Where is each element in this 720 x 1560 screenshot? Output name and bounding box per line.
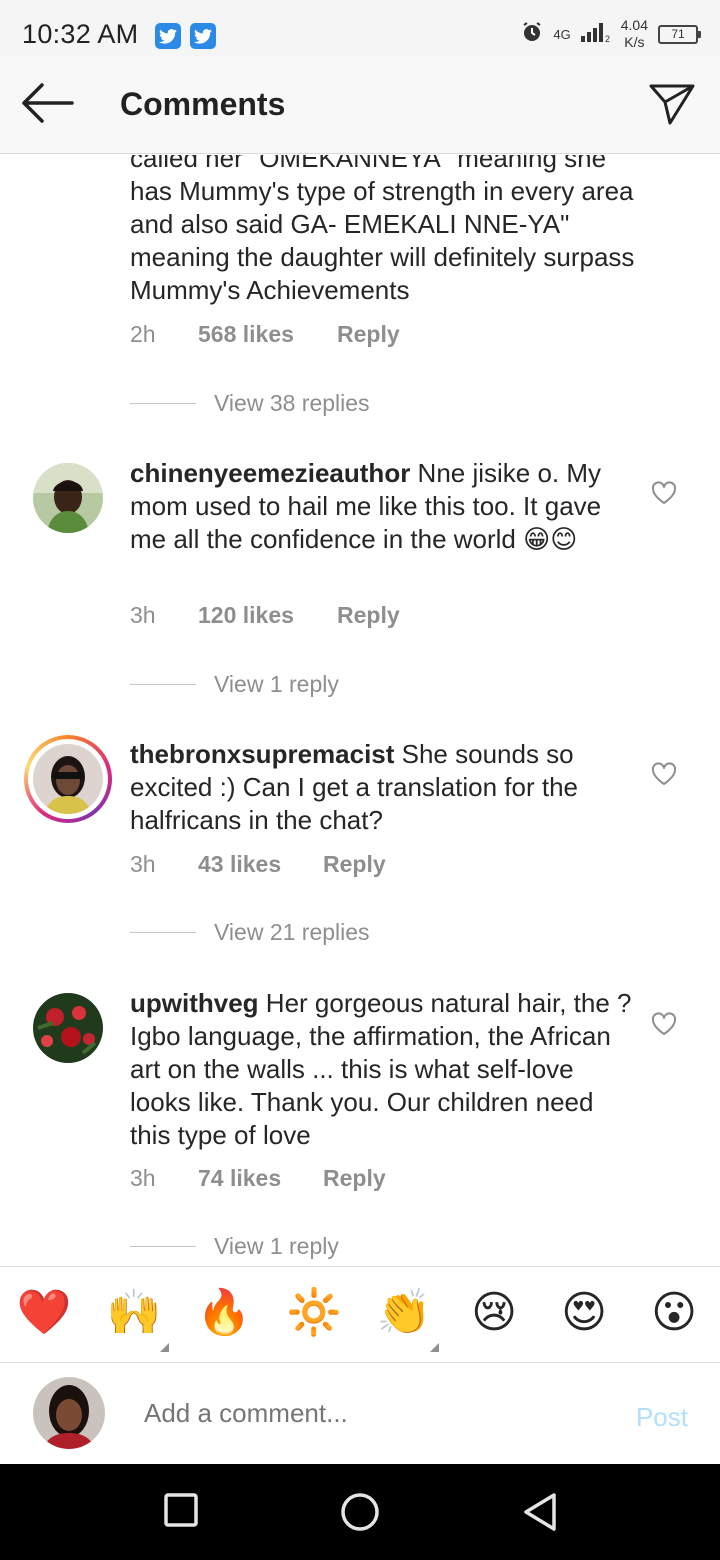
view-replies-label[interactable]: View 1 reply bbox=[214, 671, 339, 698]
comment-text: thebronxsupremacist She sounds so excite… bbox=[130, 738, 635, 837]
recent-apps-icon[interactable] bbox=[163, 1492, 199, 1533]
app-bar: Comments bbox=[0, 56, 720, 154]
bright-emoji[interactable]: 🔆 bbox=[284, 1285, 344, 1341]
avatar[interactable] bbox=[33, 463, 103, 533]
direct-send-icon[interactable] bbox=[648, 82, 696, 131]
network-type: 4G bbox=[553, 26, 571, 42]
red-heart-emoji[interactable]: ❤️ bbox=[14, 1285, 74, 1341]
avatar[interactable] bbox=[33, 993, 103, 1063]
reply-button[interactable]: Reply bbox=[323, 851, 386, 878]
comment-username[interactable]: thebronxsupremacist bbox=[130, 739, 394, 769]
page-title: Comments bbox=[120, 86, 286, 122]
like-heart-icon[interactable] bbox=[651, 1012, 677, 1041]
comment-meta: 2h 568 likes Reply bbox=[130, 321, 400, 348]
alarm-icon bbox=[521, 21, 543, 48]
crying-face-emoji[interactable]: 😢 bbox=[464, 1285, 524, 1341]
view-replies[interactable]: View 21 replies bbox=[130, 919, 370, 946]
battery-level: 71 bbox=[671, 27, 685, 41]
status-right: 4G 2 4.04 K/s 71 bbox=[521, 14, 701, 54]
status-time: 10:32 AM bbox=[22, 19, 139, 49]
comment-time: 3h bbox=[130, 1165, 156, 1191]
view-replies-label[interactable]: View 1 reply bbox=[214, 1233, 339, 1260]
like-heart-icon[interactable] bbox=[651, 481, 677, 510]
svg-text:2: 2 bbox=[605, 34, 610, 42]
reply-button[interactable]: Reply bbox=[337, 602, 400, 629]
view-replies[interactable]: View 1 reply bbox=[130, 1233, 339, 1260]
post-button[interactable]: Post bbox=[636, 1402, 688, 1433]
comment-time: 2h bbox=[130, 321, 156, 347]
comment-meta: 3h 120 likes Reply bbox=[130, 602, 400, 629]
comment-meta: 3h 74 likes Reply bbox=[130, 1165, 386, 1192]
comment-text: called her "OMEKANNEYA" meaning she has … bbox=[130, 155, 635, 307]
twitter-notification-icon bbox=[155, 23, 181, 49]
speed-unit: K/s bbox=[624, 34, 645, 50]
comment-likes[interactable]: 43 likes bbox=[198, 851, 323, 878]
view-replies-label[interactable]: View 21 replies bbox=[214, 919, 370, 946]
comments-list[interactable]: called her "OMEKANNEYA" meaning she has … bbox=[0, 155, 720, 1265]
story-ring-avatar[interactable] bbox=[24, 735, 112, 823]
comment-time: 3h bbox=[130, 851, 156, 877]
raising-hands-emoji[interactable]: 🙌 bbox=[104, 1285, 164, 1341]
battery-icon: 71 bbox=[658, 24, 701, 44]
skin-tone-indicator bbox=[160, 1343, 169, 1352]
reply-button[interactable]: Reply bbox=[337, 321, 400, 348]
network-speed: 4.04 K/s bbox=[621, 17, 648, 51]
fire-emoji[interactable]: 🔥 bbox=[194, 1285, 254, 1341]
quick-emoji-bar: ❤️ 🙌 🔥 🔆 👏 😢 😍 😮 bbox=[0, 1266, 720, 1363]
comment-likes[interactable]: 568 likes bbox=[198, 321, 337, 348]
surprised-face-emoji[interactable]: 😮 bbox=[644, 1285, 704, 1341]
divider-line bbox=[130, 684, 196, 685]
home-icon[interactable] bbox=[340, 1492, 380, 1537]
reply-button[interactable]: Reply bbox=[323, 1165, 386, 1192]
comment-text: upwithveg Her gorgeous natural hair, the… bbox=[130, 987, 635, 1152]
comment-likes[interactable]: 74 likes bbox=[198, 1165, 323, 1192]
back-arrow-icon[interactable] bbox=[20, 82, 74, 129]
back-nav-icon[interactable] bbox=[522, 1492, 558, 1537]
twitter-notification-icon bbox=[190, 23, 216, 49]
comment-time: 3h bbox=[130, 602, 156, 628]
comment-meta: 3h 43 likes Reply bbox=[130, 851, 386, 878]
speed-value: 4.04 bbox=[620, 17, 648, 33]
comment-likes[interactable]: 120 likes bbox=[198, 602, 337, 629]
comment-username[interactable]: chinenyeemezieauthor bbox=[130, 458, 410, 488]
comment-body: called her "OMEKANNEYA" meaning she has … bbox=[130, 155, 635, 305]
comment-text: chinenyeemezieauthor Nne jisike o. My mo… bbox=[130, 457, 635, 556]
view-replies[interactable]: View 1 reply bbox=[130, 671, 339, 698]
skin-tone-indicator bbox=[430, 1343, 439, 1352]
avatar bbox=[33, 1377, 105, 1449]
signal-icon: 2 bbox=[580, 22, 611, 47]
divider-line bbox=[130, 403, 196, 404]
divider-line bbox=[130, 1246, 196, 1247]
comment-composer: Post bbox=[0, 1364, 720, 1464]
status-bar: 10:32 AM 4G 2 4.04 K/s 71 bbox=[0, 0, 720, 56]
clapping-hands-emoji[interactable]: 👏 bbox=[374, 1285, 434, 1341]
system-navigation-bar bbox=[0, 1464, 720, 1560]
like-heart-icon[interactable] bbox=[651, 762, 677, 791]
view-replies[interactable]: View 38 replies bbox=[130, 390, 370, 417]
avatar bbox=[33, 744, 103, 814]
heart-eyes-emoji[interactable]: 😍 bbox=[554, 1285, 614, 1341]
view-replies-label[interactable]: View 38 replies bbox=[214, 390, 370, 417]
divider-line bbox=[130, 932, 196, 933]
comment-input[interactable] bbox=[144, 1398, 604, 1429]
comment-username[interactable]: upwithveg bbox=[130, 988, 259, 1018]
